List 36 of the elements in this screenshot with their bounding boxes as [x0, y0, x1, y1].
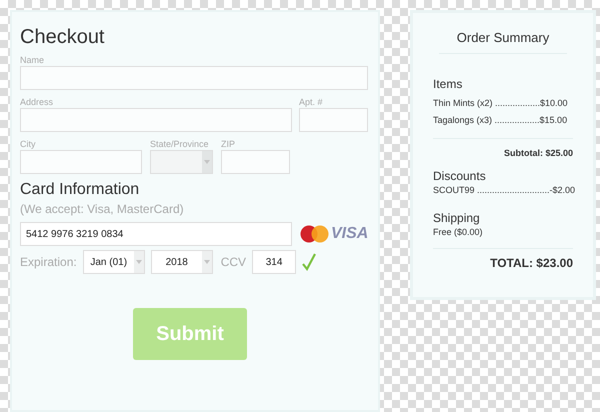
ccv-label: CCV: [220, 254, 246, 271]
input-field[interactable]: [20, 66, 368, 90]
accepted-cards-note: (We accept: Visa, MasterCard): [20, 201, 185, 218]
line-item: Tagalongs (x3) ..................$15.00: [433, 114, 568, 126]
field-label: State/Province: [150, 138, 210, 150]
section-title: Card Information: [20, 180, 140, 200]
checkout-title: Checkout: [20, 25, 106, 50]
field-label: ZIP: [221, 138, 236, 150]
total-text: TOTAL: $23.00: [489, 255, 573, 271]
state-select[interactable]: [150, 150, 213, 174]
section-title: Shipping: [433, 210, 481, 226]
summary-title: Order Summary: [456, 29, 550, 47]
subtotal-text: Subtotal: $25.00: [502, 147, 573, 159]
line-item: Thin Mints (x2) ..................$10.00: [433, 97, 569, 109]
month-select[interactable]: Jan (01): [82, 250, 145, 274]
field-label: City: [20, 138, 36, 150]
visa-logo: VISA: [331, 224, 368, 244]
discount-item: SCOUT99 .............................-$2.00: [433, 184, 573, 196]
ccv-field[interactable]: 314: [252, 250, 296, 274]
field-label: Address: [20, 96, 54, 108]
input-field[interactable]: [20, 108, 292, 132]
shipping-text: Free ($0.00): [433, 226, 484, 238]
card-number-field[interactable]: 5412 9976 3219 0834: [20, 222, 292, 246]
caret-icon: [204, 160, 210, 164]
section-title: Discounts: [433, 168, 487, 184]
caret-icon: [204, 260, 210, 264]
field-label: Name: [20, 54, 46, 66]
year-select[interactable]: 2018: [150, 250, 213, 274]
input-field[interactable]: [20, 150, 142, 174]
input-field[interactable]: [299, 108, 368, 132]
mastercard-logo: [300, 225, 329, 243]
expiration-label: Expiration:: [20, 254, 77, 271]
input-field[interactable]: [221, 150, 290, 174]
field-label: Apt. #: [299, 96, 324, 108]
caret-icon: [136, 260, 142, 264]
section-title: Items: [433, 76, 464, 92]
